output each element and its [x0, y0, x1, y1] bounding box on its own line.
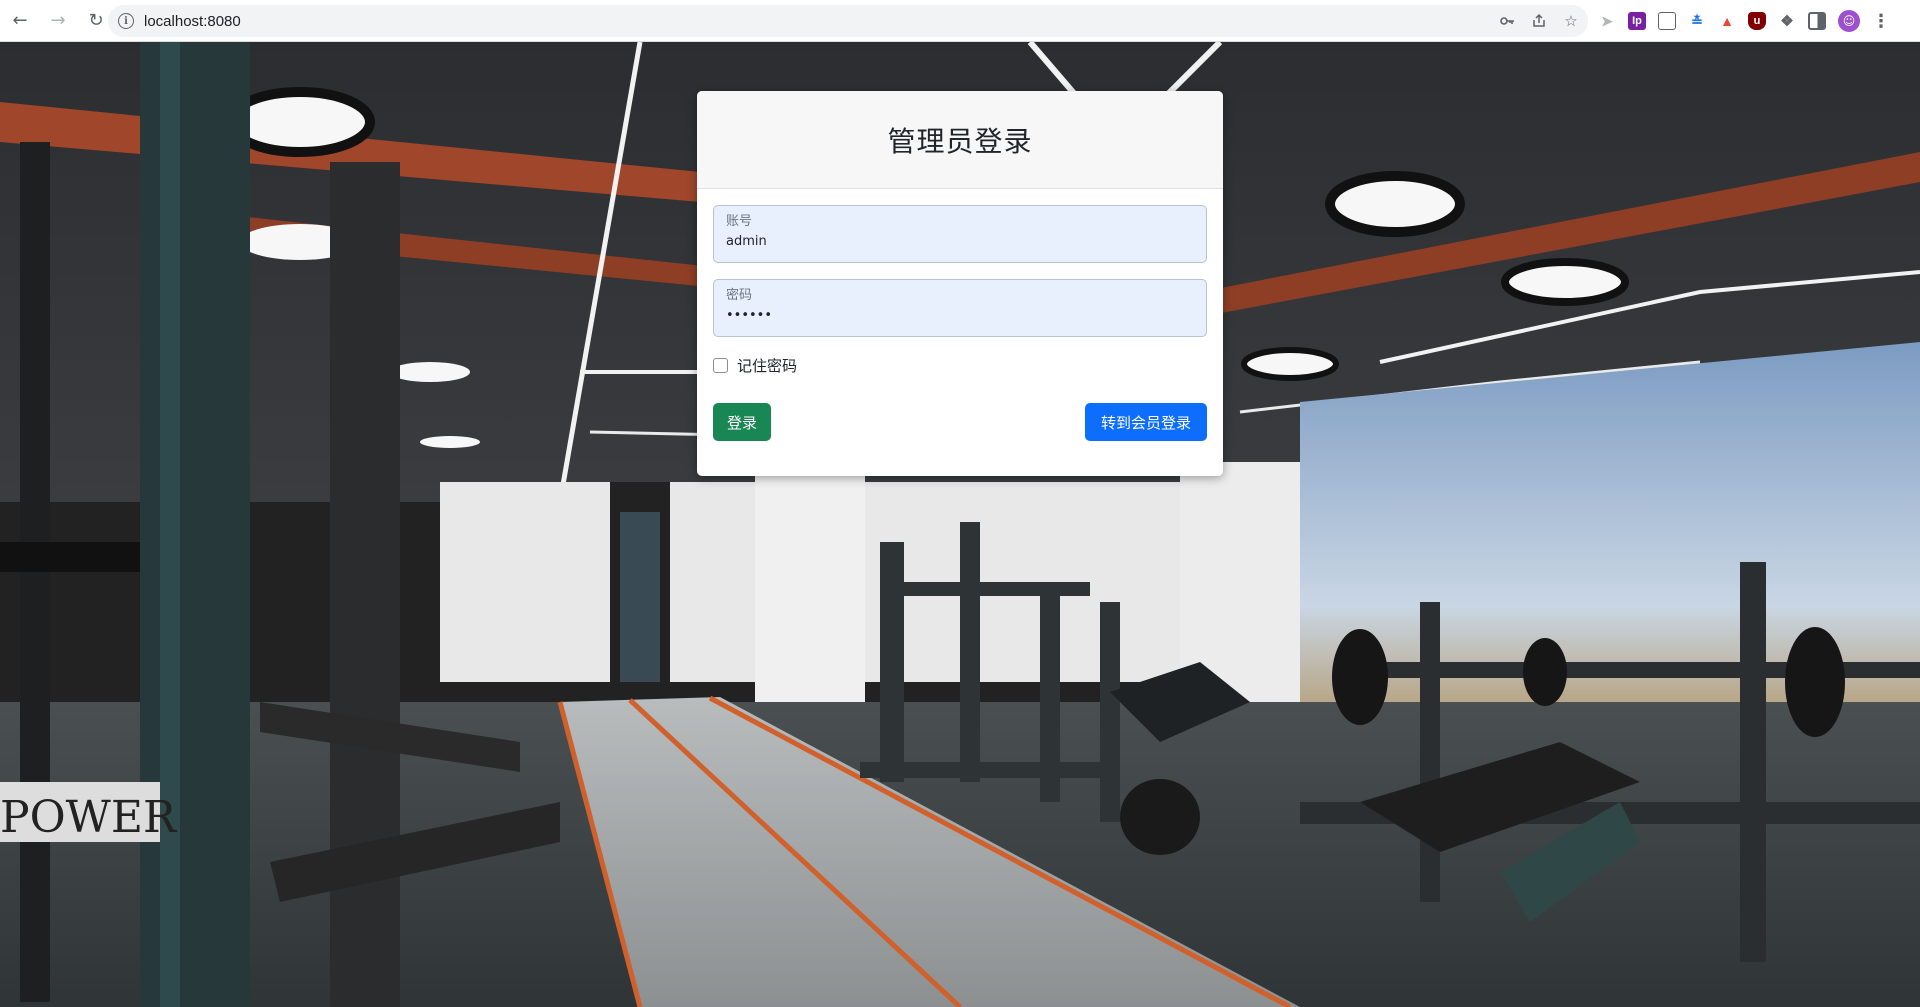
puzzle-icon[interactable]: ❖: [1778, 12, 1796, 30]
ext-red-a-icon[interactable]: ▲: [1718, 12, 1736, 30]
ext-purple-icon[interactable]: Ip: [1628, 12, 1646, 30]
remember-row: 记住密码: [713, 353, 1207, 377]
svg-text:POWER: POWER: [0, 792, 178, 843]
url-text: localhost:8080: [144, 12, 241, 30]
ublock-icon[interactable]: u: [1748, 12, 1766, 30]
profile-avatar[interactable]: ☺: [1838, 10, 1860, 32]
switch-to-member-login-button[interactable]: 转到会员登录: [1085, 403, 1207, 441]
login-card: 管理员登录 账号 密码 •••••• 记住密码 登录 转到会员登录: [697, 91, 1223, 476]
reload-icon[interactable]: ↻: [84, 9, 108, 33]
account-label: 账号: [726, 214, 753, 229]
login-button[interactable]: 登录: [713, 403, 771, 441]
ext-grid-icon[interactable]: [1658, 12, 1676, 30]
password-label: 密码: [726, 288, 753, 303]
side-panel-icon[interactable]: [1808, 12, 1826, 30]
cursor-ext-icon[interactable]: ➤: [1598, 12, 1616, 30]
address-bar[interactable]: i localhost:8080 ☆: [108, 5, 1588, 37]
remember-label[interactable]: 记住密码: [737, 355, 797, 376]
button-row: 登录 转到会员登录: [713, 403, 1207, 441]
extensions-bar: ➤ Ip ≛ ▲ u ❖ ☺ ⋮: [1598, 9, 1890, 33]
star-icon[interactable]: ☆: [1562, 12, 1580, 30]
share-icon[interactable]: [1530, 12, 1548, 30]
ext-blue-chevron-icon[interactable]: ≛: [1688, 12, 1706, 30]
account-input[interactable]: [726, 234, 1194, 250]
account-field[interactable]: 账号: [713, 205, 1207, 263]
site-info-icon[interactable]: i: [118, 13, 134, 29]
password-field[interactable]: 密码 ••••••: [713, 279, 1207, 337]
card-header: 管理员登录: [697, 91, 1223, 189]
key-icon[interactable]: [1498, 12, 1516, 30]
login-form: 账号 密码 •••••• 记住密码 登录 转到会员登录: [697, 189, 1223, 441]
password-input[interactable]: ••••••: [726, 308, 1194, 324]
back-arrow-icon[interactable]: ←: [8, 9, 32, 33]
page-title: 管理员登录: [887, 124, 1033, 158]
remember-checkbox[interactable]: [713, 357, 728, 373]
browser-toolbar: ← → ↻ i localhost:8080 ☆ ➤ Ip ≛ ▲ u ❖ ☺ …: [0, 0, 1920, 42]
forward-arrow-icon[interactable]: →: [46, 9, 70, 33]
menu-kebab-icon[interactable]: ⋮: [1872, 11, 1890, 32]
